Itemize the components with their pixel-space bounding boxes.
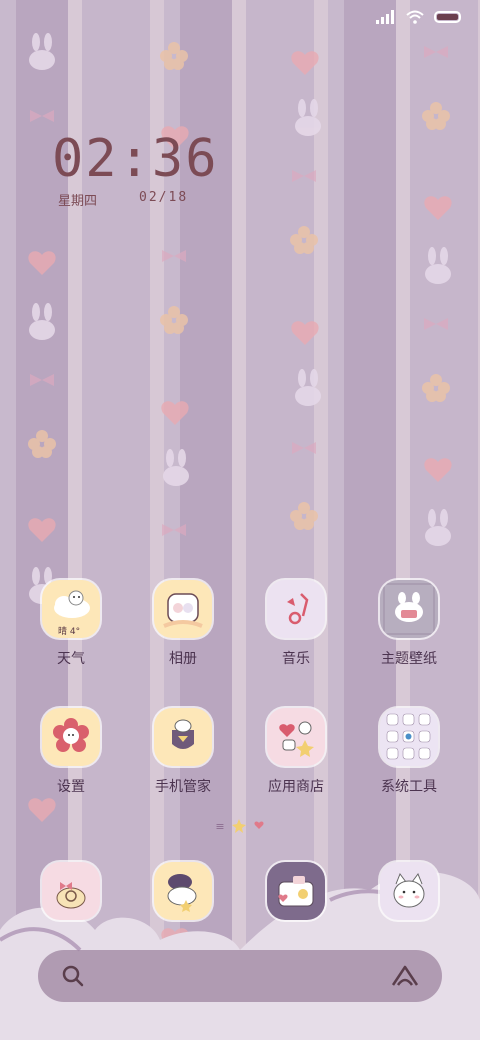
- app-label: 系统工具: [381, 779, 437, 795]
- heart-decoration: [291, 51, 319, 75]
- weather-cloud-icon: 晴 4°: [42, 580, 100, 638]
- bunny-decoration: [295, 99, 321, 136]
- gallery-icon: [154, 580, 212, 638]
- bow-decoration: [424, 46, 448, 58]
- bunny-decoration: [29, 33, 55, 70]
- phone-manager-icon: [154, 708, 212, 766]
- flower-decoration: [160, 306, 188, 334]
- star-icon: [231, 819, 246, 833]
- signal-bars-icon: [376, 10, 394, 24]
- clock-widget[interactable]: 02:36 星期四 02/18: [52, 128, 219, 209]
- dock-phone[interactable]: [21, 862, 121, 920]
- bow-decoration: [292, 170, 316, 182]
- app-settings[interactable]: 设置: [21, 708, 121, 795]
- app-store[interactable]: 应用商店: [246, 708, 346, 795]
- heart-decoration: [28, 251, 56, 275]
- heart-decoration: [291, 321, 319, 345]
- flower-decoration: [422, 374, 450, 402]
- system-tools-folder-icon: [380, 708, 438, 766]
- menu-lines-icon: ≡: [215, 819, 225, 833]
- dock-messages[interactable]: [133, 862, 233, 920]
- bow-decoration: [162, 250, 186, 262]
- app-store-icon: [267, 708, 325, 766]
- weather-badge: 晴 4°: [58, 627, 81, 637]
- gear-flower-icon: [42, 708, 100, 766]
- clock-time: 02:36: [52, 129, 219, 189]
- heart-decoration: [424, 458, 452, 482]
- camera-icon: [267, 862, 325, 920]
- wifi-icon: [406, 10, 424, 24]
- dock-camera[interactable]: [246, 862, 346, 920]
- assistant-icon[interactable]: [390, 963, 420, 989]
- app-label: 设置: [57, 779, 85, 795]
- heart-decoration: [424, 196, 452, 220]
- app-system-tools-folder[interactable]: 系统工具: [359, 708, 459, 795]
- clock-date-value: 02/18: [139, 190, 189, 205]
- flower-decoration: [290, 502, 318, 530]
- search-icon[interactable]: [60, 963, 86, 989]
- bow-decoration: [292, 442, 316, 454]
- bow-decoration: [30, 110, 54, 122]
- app-weather[interactable]: 晴 4° 天气: [21, 580, 121, 667]
- heart-decoration: [161, 401, 189, 425]
- app-label: 天气: [57, 651, 85, 667]
- phone-icon: [42, 862, 100, 920]
- app-label: 主题壁纸: [381, 651, 437, 667]
- flower-decoration: [422, 102, 450, 130]
- clock-date: 星期四 02/18: [58, 190, 219, 209]
- status-bar: [376, 10, 462, 24]
- app-theme-wallpaper[interactable]: 主题壁纸: [359, 580, 459, 667]
- app-label: 手机管家: [155, 779, 211, 795]
- bunny-decoration: [425, 247, 451, 284]
- flower-decoration: [160, 42, 188, 70]
- messages-icon: [154, 862, 212, 920]
- bunny-decoration: [29, 303, 55, 340]
- search-bar[interactable]: [38, 950, 442, 1002]
- app-music[interactable]: 音乐: [246, 580, 346, 667]
- battery-icon: [434, 11, 461, 23]
- bunny-decoration: [163, 449, 189, 486]
- flower-decoration: [290, 226, 318, 254]
- dock-browser[interactable]: [359, 862, 459, 920]
- app-label: 应用商店: [268, 779, 324, 795]
- bow-decoration: [162, 524, 186, 536]
- browser-cat-icon: [380, 862, 438, 920]
- bunny-decoration: [425, 509, 451, 546]
- theme-wallpaper-icon: [380, 580, 438, 638]
- heart-icon: [254, 821, 264, 829]
- flower-decoration: [28, 430, 56, 458]
- clock-weekday: 星期四: [58, 194, 98, 209]
- app-label: 相册: [169, 651, 197, 667]
- page-indicator[interactable]: ≡: [0, 818, 480, 834]
- heart-decoration: [28, 518, 56, 542]
- music-note-icon: [267, 580, 325, 638]
- bow-decoration: [30, 374, 54, 386]
- app-label: 音乐: [282, 651, 310, 667]
- app-gallery[interactable]: 相册: [133, 580, 233, 667]
- bow-decoration: [424, 318, 448, 330]
- bunny-decoration: [295, 369, 321, 406]
- app-phone-manager[interactable]: 手机管家: [133, 708, 233, 795]
